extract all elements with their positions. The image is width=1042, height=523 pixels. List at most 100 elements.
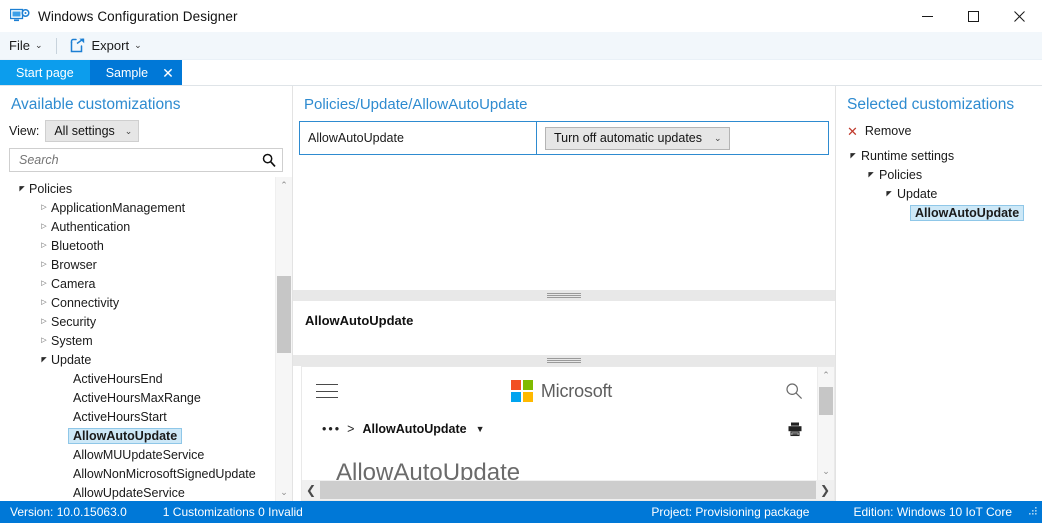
app-window: Windows Configuration Designer File ⌄ Ex… (0, 0, 1042, 523)
selected-item-label: Runtime settings (861, 148, 955, 163)
tree-item-activehoursend[interactable]: ActiveHoursEnd (6, 369, 292, 388)
breadcrumb-overflow[interactable]: ••• (322, 422, 341, 436)
scrollbar-thumb[interactable] (277, 276, 291, 353)
settings-tree[interactable]: ◢ Policies ▷ ApplicationManagement ▷ Authenti… (0, 177, 292, 501)
search-icon[interactable] (262, 153, 276, 167)
chevron-collapsed-icon[interactable]: ▷ (38, 337, 50, 344)
tree-item-allowupdateservice[interactable]: AllowUpdateService (6, 483, 292, 501)
chevron-collapsed-icon[interactable]: ▷ (38, 261, 50, 268)
main-content: Available customizations View: All setti… (0, 86, 1042, 501)
minimize-button[interactable] (904, 0, 950, 32)
chevron-collapsed-icon[interactable]: ▷ (38, 204, 50, 211)
export-icon (70, 38, 86, 53)
menu-file[interactable]: File ⌄ (0, 32, 52, 59)
menu-separator (55, 37, 57, 54)
preview-horizontal-scrollbar[interactable]: ❮ ❯ (301, 480, 835, 501)
tree-item-security[interactable]: ▷ Security (6, 312, 292, 331)
setting-value-select[interactable]: Turn off automatic updates ⌄ (545, 126, 730, 150)
tree-item-applicationmanagement[interactable]: ▷ ApplicationManagement (6, 198, 292, 217)
tab-start-page[interactable]: Start page (0, 60, 90, 86)
caret-down-icon[interactable]: ▼ (476, 424, 485, 434)
tree-item-label: Browser (51, 257, 97, 272)
view-select[interactable]: All settings ⌄ (45, 120, 140, 142)
tree-item-connectivity[interactable]: ▷ Connectivity (6, 293, 292, 312)
scroll-down-icon[interactable]: ⌄ (818, 463, 834, 480)
menu-bar: File ⌄ Export ⌄ (0, 32, 1042, 60)
tree-item-system[interactable]: ▷ System (6, 331, 292, 350)
splitter-bottom[interactable] (293, 355, 835, 366)
tab-sample[interactable]: Sample ✕ (89, 60, 182, 86)
menu-export-label: Export (91, 38, 130, 53)
tree-item-label: Authentication (51, 219, 131, 234)
chevron-collapsed-icon[interactable]: ▷ (38, 280, 50, 287)
tree-item-label: ApplicationManagement (51, 200, 186, 215)
scrollbar-track[interactable] (320, 480, 816, 500)
scroll-right-icon[interactable]: ❯ (816, 483, 834, 497)
scroll-left-icon[interactable]: ❮ (302, 483, 320, 497)
selected-item-update[interactable]: ◢ Update (846, 184, 1042, 203)
scrollbar-thumb[interactable] (320, 481, 816, 499)
tree-item-label: Bluetooth (51, 238, 104, 253)
chevron-expanded-icon[interactable]: ◢ (864, 171, 878, 178)
tab-strip-empty (181, 60, 1042, 86)
scroll-up-icon[interactable]: ⌃ (818, 367, 834, 384)
tree-item-update[interactable]: ◢ Update (6, 350, 292, 369)
menu-export[interactable]: Export ⌄ (61, 32, 151, 59)
chevron-expanded-icon[interactable]: ◢ (38, 356, 50, 363)
settings-tree-list: ◢ Policies ▷ ApplicationManagement ▷ Authenti… (0, 177, 292, 501)
title-bar: Windows Configuration Designer (0, 0, 1042, 32)
chevron-expanded-icon[interactable]: ◢ (846, 152, 860, 159)
tree-item-browser[interactable]: ▷ Browser (6, 255, 292, 274)
search-box[interactable] (9, 148, 283, 172)
preview-heading: AllowAutoUpdate (336, 459, 521, 480)
setting-value-text: Turn off automatic updates (554, 131, 703, 145)
scrollbar-thumb[interactable] (819, 387, 833, 415)
tree-item-allowmuupdateservice[interactable]: AllowMUUpdateService (6, 445, 292, 464)
selected-item-policies[interactable]: ◢ Policies (846, 165, 1042, 184)
selected-item-allowautoupdate[interactable]: AllowAutoUpdate (846, 203, 1042, 222)
scroll-down-icon[interactable]: ⌄ (276, 484, 292, 501)
remove-button-label: Remove (864, 124, 912, 138)
view-select-value: All settings (54, 124, 115, 138)
tree-item-allownonmicrosoftsignedupdate[interactable]: AllowNonMicrosoftSignedUpdate (6, 464, 292, 483)
tab-start-page-label: Start page (16, 66, 74, 80)
chevron-collapsed-icon[interactable]: ▷ (38, 318, 50, 325)
search-input[interactable] (17, 152, 262, 168)
selected-item-label: Update (897, 186, 938, 201)
tree-item-label: Connectivity (51, 295, 120, 310)
maximize-button[interactable] (950, 0, 996, 32)
breadcrumb-current[interactable]: AllowAutoUpdate (362, 422, 466, 436)
tree-item-label: ActiveHoursEnd (73, 371, 163, 386)
tree-item-policies[interactable]: ◢ Policies (6, 179, 292, 198)
search-icon[interactable] (785, 382, 803, 400)
preview-page[interactable]: Microsoft ••• > AllowAutoUpdate ▼ AllowA… (302, 367, 817, 480)
tree-item-camera[interactable]: ▷ Camera (6, 274, 292, 293)
hamburger-icon[interactable] (316, 384, 338, 398)
tree-item-label: AllowUpdateService (73, 485, 185, 500)
selected-tree[interactable]: ◢ Runtime settings ◢ Policies ◢ Update AllowAu… (836, 146, 1042, 222)
close-button[interactable] (996, 0, 1042, 32)
tree-item-allowautoupdate[interactable]: AllowAutoUpdate (6, 426, 292, 445)
selected-customizations-panel: Selected customizations ✕ Remove ◢ Runtim… (836, 86, 1042, 501)
chevron-collapsed-icon[interactable]: ▷ (38, 299, 50, 306)
chevron-expanded-icon[interactable]: ◢ (16, 185, 28, 192)
tree-item-activehoursmaxrange[interactable]: ActiveHoursMaxRange (6, 388, 292, 407)
resize-grip-icon[interactable] (1026, 506, 1038, 518)
tree-item-authentication[interactable]: ▷ Authentication (6, 217, 292, 236)
remove-button[interactable]: ✕ Remove (836, 120, 1042, 146)
splitter-top[interactable] (293, 290, 835, 301)
tree-item-activehoursstart[interactable]: ActiveHoursStart (6, 407, 292, 426)
chevron-collapsed-icon[interactable]: ▷ (38, 223, 50, 230)
tree-item-label: AllowNonMicrosoftSignedUpdate (73, 466, 256, 481)
chevron-collapsed-icon[interactable]: ▷ (38, 242, 50, 249)
close-icon[interactable]: ✕ (162, 66, 174, 80)
tree-item-bluetooth[interactable]: ▷ Bluetooth (6, 236, 292, 255)
chevron-expanded-icon[interactable]: ◢ (882, 190, 896, 197)
setting-value-cell: Turn off automatic updates ⌄ (537, 122, 828, 154)
tree-item-label: ActiveHoursMaxRange (73, 390, 201, 405)
preview-vertical-scrollbar[interactable]: ⌃ ⌄ (817, 367, 834, 480)
scroll-up-icon[interactable]: ⌃ (276, 177, 292, 194)
printer-icon[interactable] (787, 421, 803, 437)
selected-item-runtime-settings[interactable]: ◢ Runtime settings (846, 146, 1042, 165)
settings-tree-scrollbar[interactable]: ⌃ ⌄ (275, 177, 292, 501)
